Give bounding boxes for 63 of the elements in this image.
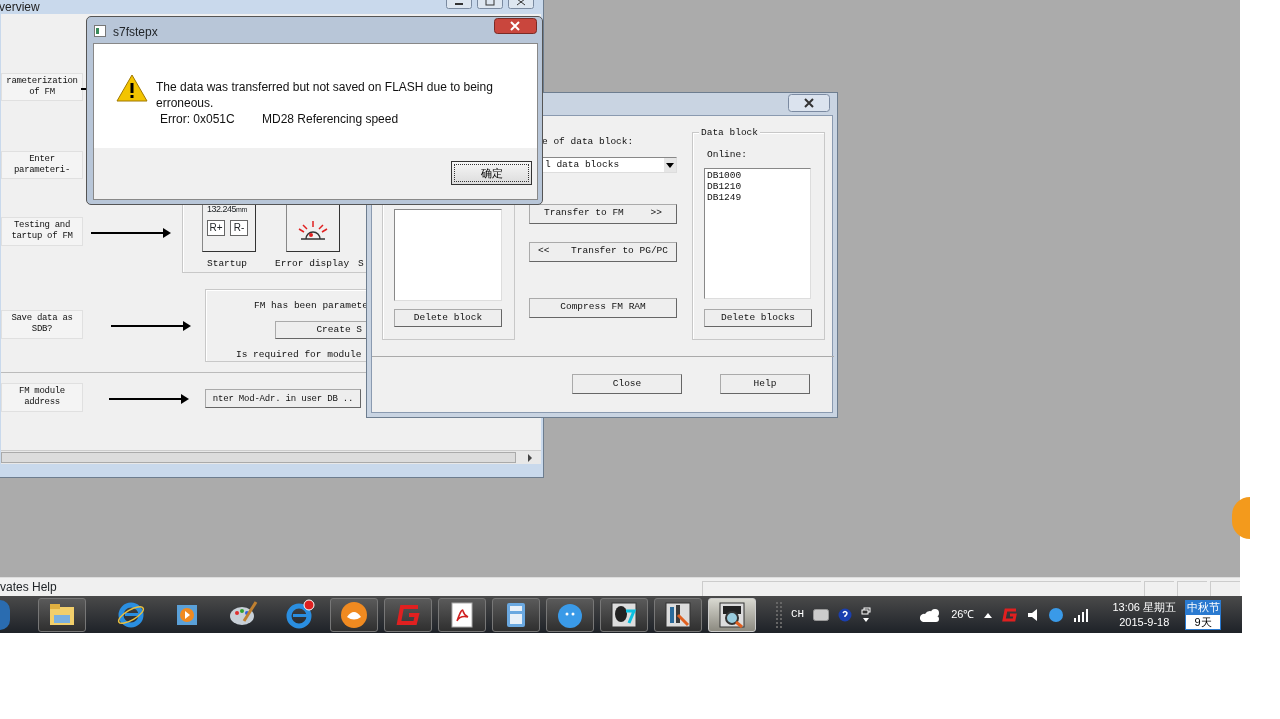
- list-item[interactable]: DB1249: [707, 192, 808, 203]
- minimize-button[interactable]: [446, 0, 472, 9]
- help-button[interactable]: Help: [720, 374, 810, 394]
- online-list[interactable]: DB1000 DB1210 DB1249: [704, 168, 811, 299]
- dialog-title: s7fstepx: [113, 24, 158, 41]
- dropdown-caret-icon: [664, 158, 676, 172]
- address-button[interactable]: nter Mod-Adr. in user DB ..: [205, 389, 361, 408]
- signal-bars-icon[interactable]: [1073, 607, 1090, 622]
- status-text: vates Help: [0, 579, 58, 596]
- taskbar-button[interactable]: [600, 597, 648, 632]
- delete-block-button[interactable]: Delete block: [394, 309, 502, 327]
- close-button[interactable]: [494, 18, 537, 34]
- taskbar-button[interactable]: [438, 597, 486, 632]
- taskbar-button[interactable]: [38, 597, 86, 632]
- ok-button[interactable]: 确定: [451, 161, 532, 185]
- scroll-right-icon: [527, 454, 533, 462]
- list-item[interactable]: DB1210: [707, 181, 808, 192]
- step-box: rameterization of FM: [1, 73, 83, 101]
- tool-label: Startup: [207, 257, 247, 271]
- taskbar-button[interactable]: [654, 597, 702, 632]
- step-box: Save data as SDB?: [1, 310, 83, 339]
- start-orb[interactable]: [0, 599, 10, 630]
- horizontal-scrollbar[interactable]: [1, 450, 541, 464]
- close-button[interactable]: [788, 94, 830, 112]
- app-icon: [94, 25, 106, 37]
- taskbar-button[interactable]: [708, 597, 756, 632]
- jog-key[interactable]: R+: [207, 220, 225, 236]
- close-button[interactable]: Close: [572, 374, 682, 394]
- list-item[interactable]: DB1000: [707, 170, 808, 181]
- warning-icon: [116, 74, 148, 102]
- scroll-thumb[interactable]: [1, 452, 516, 463]
- help-icon[interactable]: [838, 607, 853, 622]
- speaker-icon[interactable]: [1027, 607, 1040, 622]
- error-code: Error: 0x051C: [160, 111, 236, 127]
- block-type-label: e of data block:: [542, 135, 634, 149]
- transfer-to-pg-button[interactable]: << Transfer to PG/PC: [529, 242, 677, 262]
- error-description: MD28 Referencing speed: [262, 111, 399, 127]
- clock[interactable]: 13:06 星期五 2015-9-18: [1112, 599, 1177, 630]
- language-indicator[interactable]: CH: [791, 606, 805, 623]
- dialog-message: The data was transferred but not saved on FLASH due to being erroneous.: [156, 79, 494, 111]
- sdb-note: Is required for module: [236, 348, 362, 362]
- keyboard-icon[interactable]: [813, 608, 830, 621]
- temperature: 26℃: [951, 607, 975, 623]
- jog-key[interactable]: R-: [230, 220, 248, 236]
- step-box: FM module address: [1, 383, 83, 412]
- step-box: Testing and tartup of FM: [1, 217, 83, 246]
- maximize-button[interactable]: [477, 0, 503, 9]
- compress-button[interactable]: Compress FM RAM: [529, 298, 677, 318]
- online-label: Online:: [707, 148, 747, 162]
- taskbar-button[interactable]: [492, 597, 540, 632]
- tool-label: Error display: [275, 257, 350, 271]
- sdb-status-text: FM has been paramete: [254, 299, 369, 313]
- tool-label: S: [358, 257, 364, 271]
- window-restore-icon[interactable]: [861, 606, 872, 623]
- g-letter-icon[interactable]: [1002, 606, 1019, 623]
- block-type-dropdown[interactable]: l data blocks: [542, 157, 677, 173]
- close-button[interactable]: [508, 0, 534, 9]
- transfer-to-fm-button[interactable]: Transfer to FM >>: [529, 204, 677, 224]
- create-sdb-button[interactable]: Create S: [275, 321, 367, 339]
- taskbar-button[interactable]: [330, 597, 378, 632]
- delete-blocks-button[interactable]: Delete blocks: [704, 309, 812, 327]
- step-box: Enter parameteri-: [1, 151, 83, 179]
- grip-icon: [776, 599, 782, 630]
